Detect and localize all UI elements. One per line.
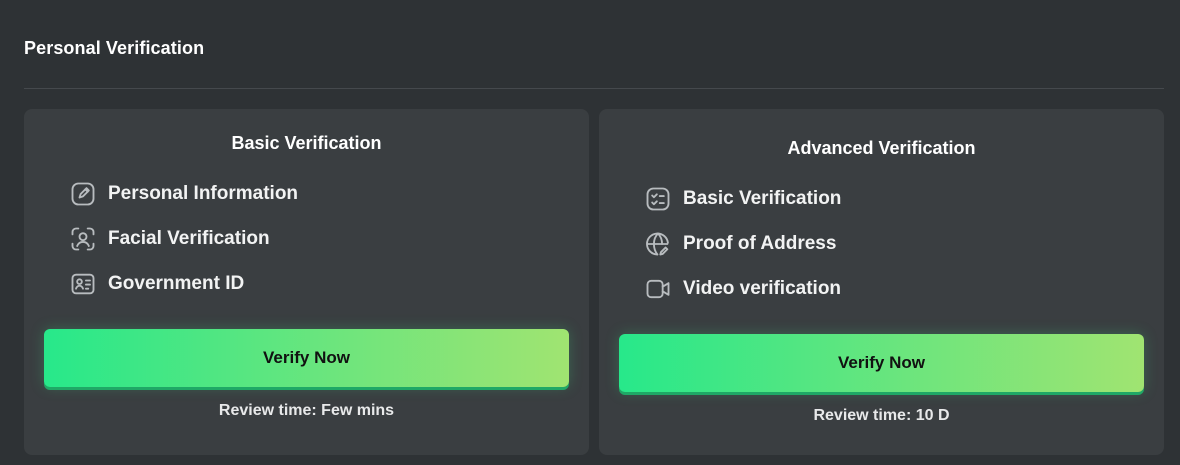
video-camera-icon (643, 274, 673, 304)
card-title: Basic Verification (231, 133, 382, 153)
review-time: Review time: 10 D (813, 407, 950, 424)
edit-icon (68, 179, 98, 209)
feature-label: Proof of Address (683, 233, 837, 254)
id-card-icon (68, 269, 98, 299)
feature-label: Facial Verification (108, 228, 270, 249)
verification-page: Personal Verification Basic Verification… (0, 0, 1180, 465)
feature-label: Personal Information (108, 183, 299, 204)
feature-government-id: Government ID (68, 269, 244, 299)
basic-verification-card: Basic Verification Personal Information (24, 109, 589, 455)
feature-label: Government ID (108, 273, 245, 294)
section-title: Personal Verification (24, 38, 205, 58)
feature-proof-of-address: Proof of Address (643, 229, 836, 259)
card-title: Advanced Verification (787, 138, 976, 158)
feature-video-verification: Video verification (643, 274, 841, 304)
feature-basic-verification: Basic Verification (643, 184, 841, 214)
feature-personal-information: Personal Information (68, 179, 298, 209)
globe-edit-icon (643, 229, 673, 259)
section-divider (24, 88, 1164, 89)
face-scan-icon (68, 224, 98, 254)
checklist-icon (643, 184, 673, 214)
verify-now-button[interactable]: Verify Now (619, 334, 1144, 392)
advanced-verification-card: Advanced Verification Basic Verification (599, 109, 1164, 455)
verify-now-button[interactable]: Verify Now (44, 329, 569, 387)
feature-facial-verification: Facial Verification (68, 224, 270, 254)
review-time: Review time: Few mins (218, 402, 395, 419)
feature-label: Basic Verification (683, 188, 842, 209)
feature-label: Video verification (683, 278, 842, 299)
